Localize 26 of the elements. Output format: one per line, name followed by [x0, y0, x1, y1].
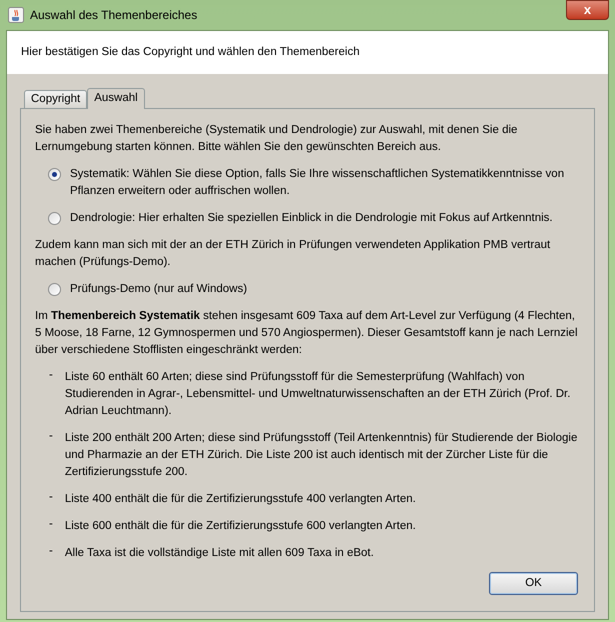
radio-button[interactable] [48, 212, 61, 225]
ok-button[interactable]: OK [489, 572, 578, 595]
radio-button[interactable] [48, 283, 61, 296]
intro-text: Sie haben zwei Themenbereiche (Systematik und Dendrologie) zur Auswahl, mit denen Sie die Lernumgebung starten können. Bitte wählen Sie den gewünschten Bereich aus. [35, 123, 518, 155]
tab[interactable]: Auswahl [87, 88, 145, 109]
list-bullet: - [49, 430, 53, 444]
list-item-text: Liste 200 enthält 200 Arten; diese sind Prüfungsstoff (Teil Artenkenntnis) für Studierende der Biologie und Pharmazie an der ETH Zürich. Die Liste 200 ist auch identisch mit der Zürcher Liste für die Zertifizierungsstufe 200. [64, 431, 578, 480]
window-title: Auswahl des Themenbereiches [30, 7, 198, 24]
list-item-text: Liste 600 enthält die für die Zertifizierungsstufe 600 verlangten Arten. [64, 519, 416, 534]
header-text: Hier bestätigen Sie das Copyright und wählen den Themenbereich [21, 44, 360, 60]
close-button[interactable]: x [566, 0, 609, 20]
list-bullet: - [49, 545, 53, 559]
tab[interactable]: Copyright [24, 90, 88, 108]
list-item-text: Alle Taxa ist die vollständige Liste mit allen 609 Taxa in eBot. [64, 546, 374, 561]
list-item-text: Liste 400 enthält die für die Zertifizierungsstufe 400 verlangten Arten. [64, 492, 416, 507]
list-bullet: - [49, 491, 53, 505]
list-bullet: - [49, 369, 53, 383]
description-text: Im Themenbereich Systematik stehen insgesamt 609 Taxa auf dem Art-Level zur Verfügung (4 Flechten, 5 Moose, 18 Farne, 12 Gymnospermen und 570 Angiospermen). Dieser Gesamtstoff kann je nach Lernziel über verschiedene Stofflisten eingeschränkt werden: [35, 309, 578, 358]
radio-label: Dendrologie: Hier erhalten Sie speziellen Einblick in die Dendrologie mit Fokus auf Artkenntnis. [70, 211, 553, 226]
radio-label: Prüfungs-Demo (nur auf Windows) [70, 282, 248, 297]
list-bullet: - [49, 518, 53, 532]
java-cup-icon [8, 7, 24, 23]
list-item-text: Liste 60 enthält 60 Arten; diese sind Prüfungsstoff für die Semesterprüfung (Wahlfach) von Studierenden in Agrar-, Lebensmittel- und Umweltnaturwissenschaften an der ETH Zürich (Prof. Dr. Adrian Leuchtmann). [64, 370, 572, 419]
radio-button[interactable] [48, 168, 61, 181]
demo-text: Zudem kann man sich mit der an der ETH Zürich in Prüfungen verwendeten Applikation PMB vertraut machen (Prüfungs-Demo). [35, 238, 552, 270]
radio-label: Systematik: Wählen Sie diese Option, falls Sie Ihre wissenschaftlichen Systematikkenntnisse von Pflanzen erweitern oder auffrischen wollen. [70, 167, 566, 199]
